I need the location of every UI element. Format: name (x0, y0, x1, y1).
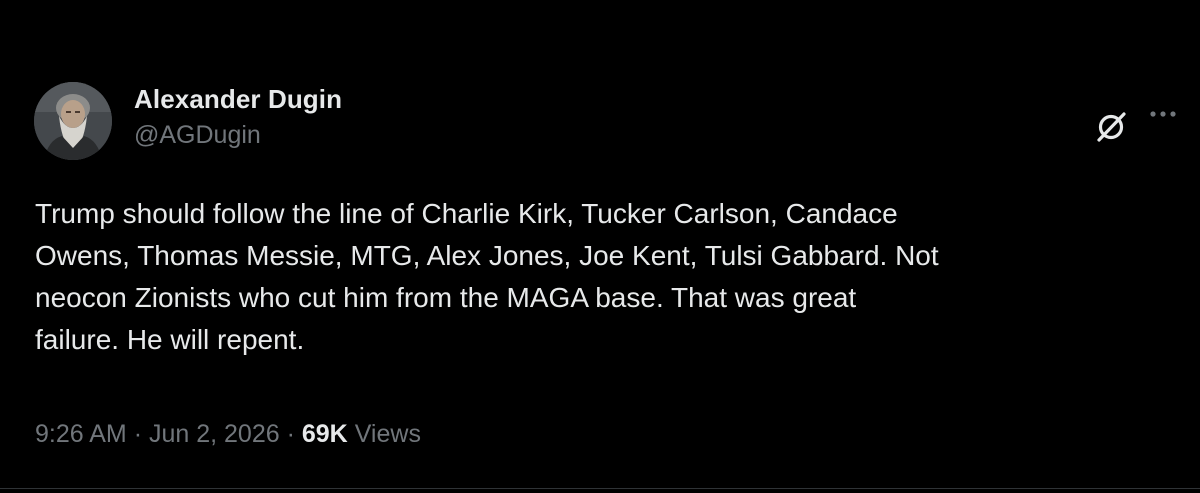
grok-icon[interactable] (1094, 110, 1128, 144)
meta-separator: · (286, 420, 295, 448)
views-count[interactable]: 69K (302, 420, 348, 448)
tweet-time[interactable]: 9:26 AM (35, 420, 127, 448)
author-block: Alexander Dugin @AGDugin (134, 83, 342, 151)
avatar-image (34, 82, 112, 160)
tweet-text: Trump should follow the line of Charlie … (35, 198, 939, 355)
tweet-meta: 9:26 AM · Jun 2, 2026 · 69K Views (35, 416, 421, 452)
author-display-name[interactable]: Alexander Dugin (134, 83, 342, 115)
more-icon[interactable] (1148, 104, 1178, 124)
tweet-date[interactable]: Jun 2, 2026 (149, 420, 280, 448)
author-handle[interactable]: @AGDugin (134, 119, 342, 151)
divider (0, 488, 1200, 489)
meta-separator: · (133, 420, 143, 448)
avatar[interactable] (34, 82, 112, 160)
views-label: Views (354, 420, 421, 448)
tweet-card: Alexander Dugin @AGDugin Trump should fo… (0, 0, 1200, 493)
